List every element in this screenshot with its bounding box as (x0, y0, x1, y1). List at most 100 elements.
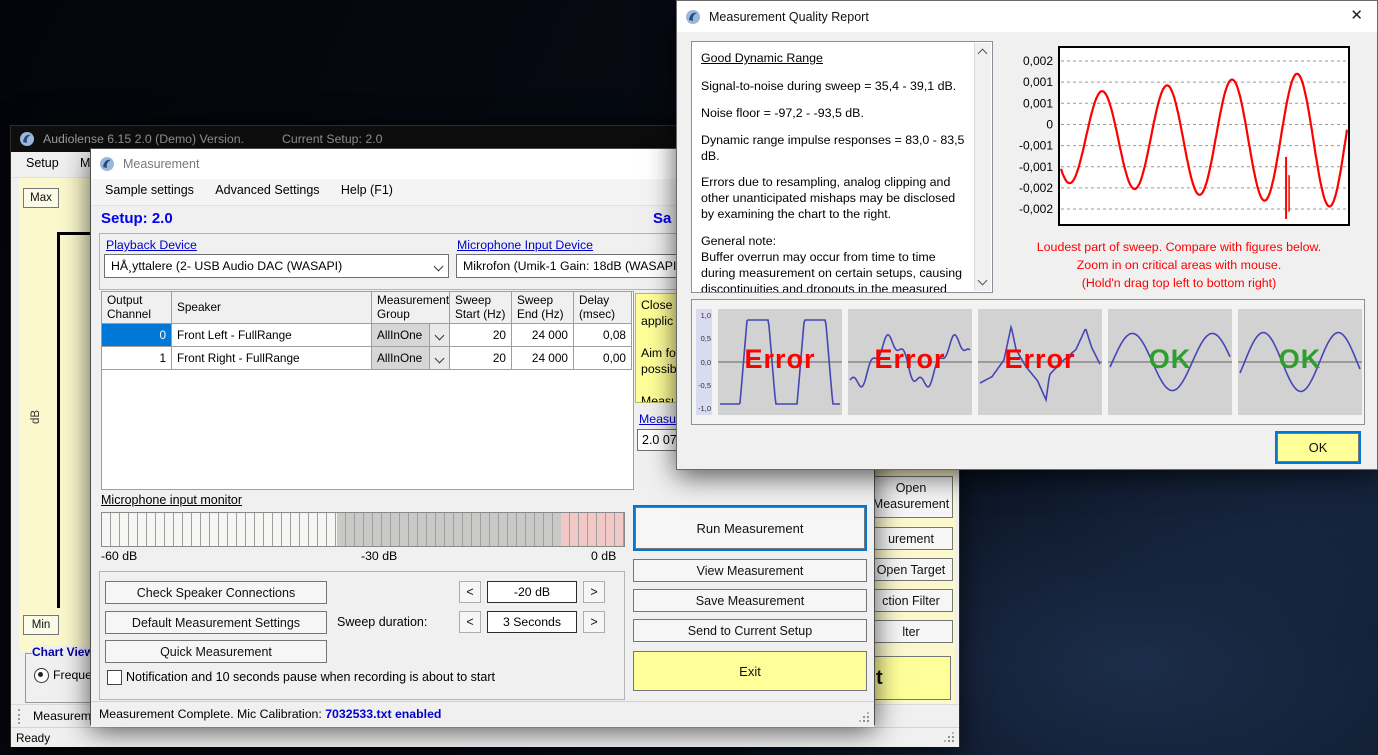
svg-text:0,002: 0,002 (1023, 54, 1053, 68)
run-measurement-button[interactable]: Run Measurement (633, 505, 867, 551)
quality-examples: 1,00,50,0-0,5-1,0ErrorErrorErrorOKOK (691, 299, 1365, 425)
ok-button[interactable]: OK (1275, 431, 1361, 464)
main-window-title: Audiolense 6.15 2.0 (Demo) Version. (43, 132, 244, 146)
open-target-button[interactable]: Open Target (869, 558, 953, 581)
playback-device-link[interactable]: Playback Device (106, 238, 197, 252)
col-header-speaker[interactable]: Speaker (172, 292, 372, 324)
max-button[interactable]: Max (23, 188, 59, 208)
cell-delay-1[interactable]: 0,00 (574, 347, 632, 370)
quick-measurement-button[interactable]: Quick Measurement (105, 640, 327, 663)
status-drag-grip[interactable] (18, 709, 22, 724)
setup-right-fragment: Sa (653, 210, 671, 227)
app-icon (685, 9, 701, 25)
cell-speaker-0[interactable]: Front Left - FullRange (172, 324, 372, 347)
measurement-resize-grip[interactable] (859, 712, 872, 725)
cell-start-0[interactable]: 20 (450, 324, 512, 347)
report-p-snr: Signal-to-noise during sweep = 35,4 - 39… (701, 79, 968, 95)
notification-checkbox-label: Notification and 10 seconds pause when r… (126, 670, 495, 684)
quality-example-label: Error (978, 344, 1102, 375)
group-dropdown-0[interactable] (429, 324, 449, 346)
check-speaker-connections-button[interactable]: Check Speaker Connections (105, 581, 327, 604)
col-header-sweep-end[interactable]: Sweep End (Hz) (512, 292, 574, 324)
menu-advanced-settings[interactable]: Advanced Settings (206, 179, 328, 201)
measurement-window-title: Measurement (123, 157, 199, 171)
meter-label-mid: -30 dB (361, 549, 397, 563)
report-window-title: Measurement Quality Report (709, 10, 869, 24)
measurement-note-link[interactable]: Measu (639, 412, 676, 426)
scroll-down-icon[interactable] (978, 276, 988, 286)
level-increase-button[interactable]: > (583, 581, 605, 603)
cell-group-1[interactable]: AllInOne (372, 347, 450, 370)
send-to-current-setup-button[interactable]: Send to Current Setup (633, 619, 867, 642)
duration-decrease-button[interactable]: < (459, 611, 481, 633)
svg-text:-0,001: -0,001 (1019, 139, 1053, 153)
report-heading: Good Dynamic Range (701, 51, 968, 67)
chevron-down-icon (435, 353, 445, 363)
cell-delay-0[interactable]: 0,08 (574, 324, 632, 347)
level-decrease-button[interactable]: < (459, 581, 481, 603)
meter-label-max: 0 dB (591, 549, 616, 563)
cell-group-0[interactable]: AllInOne (372, 324, 450, 347)
big-yellow-button-fragment[interactable]: t (871, 656, 951, 700)
min-button[interactable]: Min (23, 615, 59, 635)
sweep-chart[interactable]: 0,0020,0010,0010-0,001-0,001-0,002-0,002 (1001, 45, 1357, 231)
quality-example-label: OK (1108, 344, 1232, 375)
report-scrollbar[interactable] (974, 43, 991, 291)
default-measurement-settings-button[interactable]: Default Measurement Settings (105, 611, 327, 634)
svg-text:0: 0 (1046, 117, 1053, 131)
report-p-errors: Errors due to resampling, analog clippin… (701, 175, 968, 223)
group-dropdown-1[interactable] (429, 347, 449, 369)
menu-sample-settings[interactable]: Sample settings (96, 179, 203, 201)
chevron-down-icon (435, 330, 445, 340)
measurement-status-text: Measurement Complete. Mic Calibration: 7… (99, 707, 441, 721)
current-setup-label: Current Setup: 2.0 (282, 132, 382, 146)
save-measurement-button[interactable]: Save Measurement (633, 589, 867, 612)
app-icon (19, 131, 35, 147)
quality-example-label: Error (718, 344, 842, 375)
notification-checkbox[interactable] (107, 670, 122, 685)
report-p-noise-floor: Noise floor = -97,2 - -93,5 dB. (701, 106, 968, 122)
cell-end-1[interactable]: 24 000 (512, 347, 574, 370)
svg-text:-0,002: -0,002 (1019, 181, 1053, 195)
exit-button[interactable]: Exit (633, 651, 867, 691)
open-measurement-button[interactable]: Open Measurement (869, 476, 953, 518)
close-icon[interactable]: ✕ (1350, 6, 1363, 24)
scroll-up-icon[interactable] (978, 49, 988, 59)
col-header-delay[interactable]: Delay (msec) (574, 292, 632, 324)
mic-monitor-label: Microphone input monitor (101, 493, 242, 507)
duration-value-box[interactable]: 3 Seconds (487, 611, 577, 633)
cell-speaker-1[interactable]: Front Right - FullRange (172, 347, 372, 370)
level-value-box[interactable]: -20 dB (487, 581, 577, 603)
chevron-down-icon (434, 261, 444, 271)
save-measurement-button-fragment[interactable]: urement (869, 527, 953, 550)
setup-label: Setup: 2.0 (101, 210, 173, 227)
main-resize-grip[interactable] (944, 732, 957, 745)
correction-filter-button-fragment[interactable]: ction Filter (869, 589, 953, 612)
cell-channel-1[interactable]: 1 (102, 347, 172, 370)
menu-setup[interactable]: Setup (17, 152, 68, 174)
mic-calibration-value: 7032533.txt enabled (325, 707, 441, 721)
cell-start-1[interactable]: 20 (450, 347, 512, 370)
menu-help[interactable]: Help (F1) (332, 179, 402, 201)
duration-increase-button[interactable]: > (583, 611, 605, 633)
frequency-radio[interactable] (34, 668, 49, 683)
view-measurement-button[interactable]: View Measurement (633, 559, 867, 582)
col-header-channel[interactable]: Output Channel (102, 292, 172, 324)
microphone-device-link[interactable]: Microphone Input Device (457, 238, 593, 252)
report-titlebar: Measurement Quality Report ✕ (677, 1, 1377, 32)
cell-end-0[interactable]: 24 000 (512, 324, 574, 347)
svg-text:0,001: 0,001 (1023, 96, 1053, 110)
cell-channel-0[interactable]: 0 (102, 324, 172, 347)
playback-device-select[interactable]: HÅ¸yttalere (2- USB Audio DAC (WASAPI) (104, 254, 449, 278)
mic-level-meter (101, 512, 625, 547)
col-header-group[interactable]: Measurement Group (372, 292, 450, 324)
chart-border-vline (57, 232, 60, 608)
measurement-statusbar: Measurement Complete. Mic Calibration: 7… (91, 701, 874, 727)
filter-button-fragment[interactable]: lter (869, 620, 953, 643)
sweep-chart-caption: Loudest part of sweep. Compare with figu… (1001, 239, 1357, 293)
col-header-sweep-start[interactable]: Sweep Start (Hz) (450, 292, 512, 324)
report-p-dynamic-range: Dynamic range impulse responses = 83,0 -… (701, 133, 968, 165)
chart-border-hline (57, 232, 93, 235)
svg-text:0,001: 0,001 (1023, 75, 1053, 89)
caption-line-3: (Hold'n drag top left to bottom right) (1001, 275, 1357, 293)
